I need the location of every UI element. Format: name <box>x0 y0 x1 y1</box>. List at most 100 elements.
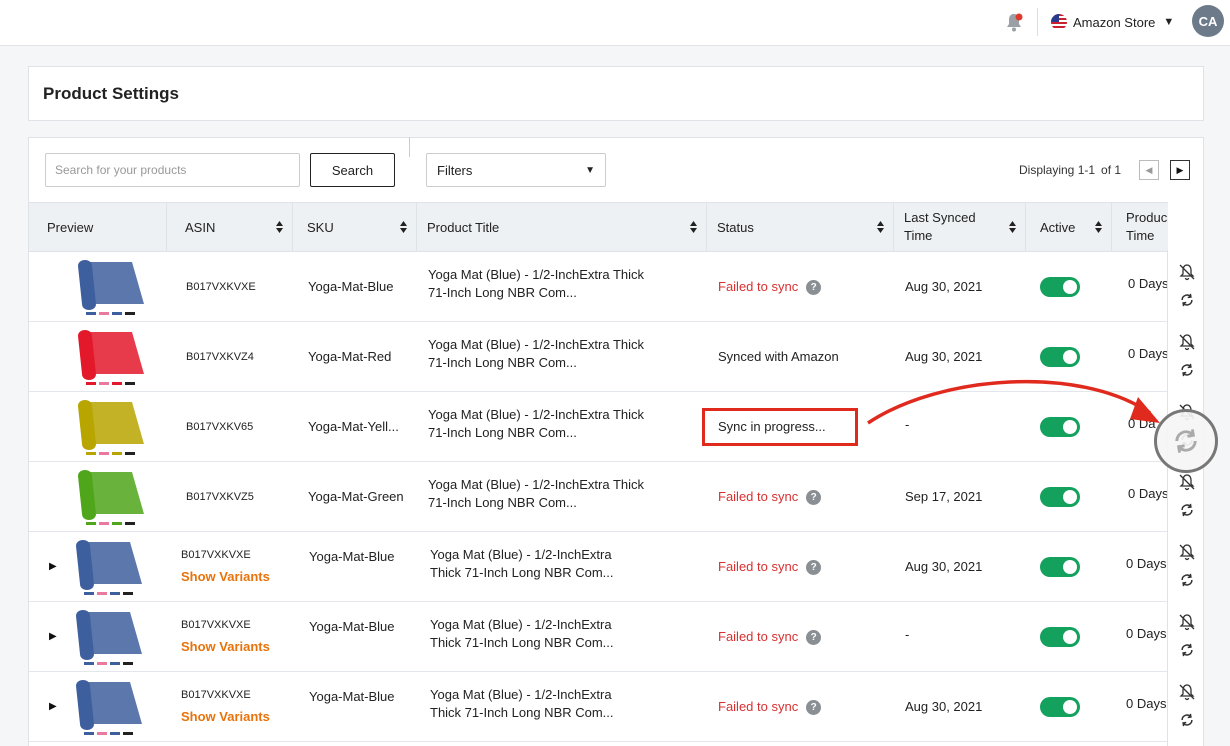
help-icon[interactable]: ? <box>806 560 822 575</box>
sync-status: Failed to sync? <box>718 489 822 505</box>
sku: Yoga-Mat-Blue <box>309 689 395 704</box>
product-title[interactable]: Yoga Mat (Blue) - 1/2-InchExtra Thick 71-… <box>428 266 644 302</box>
table-row: ▶ B017VXKVXE Show Variants Yoga-Mat-Blue … <box>29 602 1168 672</box>
status-highlight-box <box>702 408 858 446</box>
sku: Yoga-Mat-Green <box>308 489 404 504</box>
sync-icon[interactable] <box>1178 361 1196 379</box>
expand-row-icon[interactable]: ▶ <box>49 631 57 642</box>
sync-status: Failed to sync? <box>718 279 822 295</box>
displaying-range: Displaying 1-1 <box>1019 163 1096 177</box>
notification-bell-icon[interactable] <box>1003 11 1025 33</box>
column-status[interactable]: Status <box>707 203 894 251</box>
sync-icon[interactable] <box>1178 641 1196 659</box>
help-icon[interactable]: ? <box>806 630 822 645</box>
column-preview: Preview <box>29 203 167 251</box>
sort-icon <box>1009 221 1016 233</box>
topbar-divider <box>1037 8 1038 36</box>
prev-page-button[interactable]: ◀ <box>1139 160 1159 180</box>
active-toggle[interactable] <box>1040 277 1080 297</box>
last-synced-time: Aug 30, 2021 <box>905 699 983 714</box>
sync-icon[interactable] <box>1178 571 1196 589</box>
asin: B017VXKVXE <box>181 549 251 561</box>
next-page-button[interactable]: ▶ <box>1170 160 1190 180</box>
product-title[interactable]: Yoga Mat (Blue) - 1/2-InchExtra Thick 71-… <box>430 686 614 722</box>
bell-off-icon[interactable] <box>1178 333 1196 351</box>
sync-icon <box>1175 429 1197 453</box>
user-avatar[interactable]: CA <box>1192 5 1224 37</box>
product-title[interactable]: Yoga Mat (Blue) - 1/2-InchExtra Thick 71-… <box>430 616 614 652</box>
sku: Yoga-Mat-Yell... <box>308 419 399 434</box>
product-title[interactable]: Yoga Mat (Blue) - 1/2-InchExtra Thick 71-… <box>430 546 614 582</box>
pagination-info: Displaying 1-1 of 1 <box>1019 163 1121 177</box>
bell-off-icon[interactable] <box>1178 543 1196 561</box>
column-sku[interactable]: SKU <box>293 203 417 251</box>
product-thumbnail <box>78 470 144 525</box>
show-variants-link[interactable]: Show Variants <box>181 569 270 584</box>
sort-icon <box>1095 221 1102 233</box>
active-toggle[interactable] <box>1040 487 1080 507</box>
sync-icon[interactable] <box>1178 711 1196 729</box>
product-title[interactable]: Yoga Mat (Blue) - 1/2-InchExtra Thick 71-… <box>428 406 644 442</box>
column-product-time[interactable]: Produc Time <box>1112 203 1168 251</box>
help-icon[interactable]: ? <box>806 280 822 295</box>
column-product-title[interactable]: Product Title <box>417 203 707 251</box>
product-thumbnail <box>76 540 142 595</box>
sync-status: Failed to sync? <box>718 559 822 575</box>
column-last-synced[interactable]: Last Synced Time <box>894 203 1026 251</box>
bell-off-icon[interactable] <box>1178 613 1196 631</box>
table-row: B017VXKVXE Yoga-Mat-Blue Yoga Mat (Blue) … <box>29 252 1168 322</box>
product-thumbnail <box>78 330 144 385</box>
us-flag-icon <box>1051 14 1067 30</box>
page-title: Product Settings <box>43 84 180 103</box>
bell-off-icon[interactable] <box>1178 683 1196 701</box>
bell-off-icon[interactable] <box>1178 263 1196 281</box>
active-toggle[interactable] <box>1040 347 1080 367</box>
product-thumbnail <box>76 610 142 665</box>
sync-icon[interactable] <box>1178 501 1196 519</box>
sort-icon <box>877 221 884 233</box>
product-title[interactable]: Yoga Mat (Blue) - 1/2-InchExtra Thick 71-… <box>428 336 644 372</box>
product-time: 0 Days <box>1128 276 1169 291</box>
filters-dropdown[interactable]: Filters ▼ <box>426 153 606 187</box>
asin: B017VXKV65 <box>186 421 254 433</box>
row-actions-column <box>1167 250 1203 746</box>
asin: B017VXKVXE <box>181 689 251 701</box>
asin: B017VXKVXE <box>181 619 251 631</box>
bell-off-icon[interactable] <box>1178 473 1196 491</box>
last-synced-time: Aug 30, 2021 <box>905 349 983 364</box>
active-toggle[interactable] <box>1040 627 1080 647</box>
column-active[interactable]: Active <box>1026 203 1112 251</box>
expand-row-icon[interactable]: ▶ <box>49 701 57 712</box>
page-total: of 1 <box>1101 163 1122 177</box>
active-toggle[interactable] <box>1040 697 1080 717</box>
help-icon[interactable]: ? <box>806 490 822 505</box>
show-variants-link[interactable]: Show Variants <box>181 709 270 724</box>
search-button[interactable]: Search <box>310 153 395 187</box>
page-header-card: Product Settings <box>28 66 1204 121</box>
product-thumbnail <box>78 260 144 315</box>
panel-divider <box>409 137 410 157</box>
last-synced-time: - <box>905 627 910 642</box>
expand-row-icon[interactable]: ▶ <box>49 561 57 572</box>
sku: Yoga-Mat-Blue <box>309 549 395 564</box>
last-synced-time: Aug 30, 2021 <box>905 559 983 574</box>
asin: B017VXKVZ5 <box>186 491 254 503</box>
sort-icon <box>690 221 697 233</box>
sync-status: Synced with Amazon <box>718 349 839 364</box>
help-icon[interactable]: ? <box>806 700 822 715</box>
sync-icon[interactable] <box>1178 291 1196 309</box>
asin: B017VXKVXE <box>186 281 256 293</box>
annotation-arrow-icon <box>867 379 1160 425</box>
top-bar: Amazon Store ▼ CA <box>0 0 1230 46</box>
active-toggle[interactable] <box>1040 557 1080 577</box>
column-asin[interactable]: ASIN <box>167 203 293 251</box>
show-variants-link[interactable]: Show Variants <box>181 639 270 654</box>
last-synced-time: Aug 30, 2021 <box>905 279 983 294</box>
store-selector[interactable]: Amazon Store ▼ <box>1051 12 1174 32</box>
asin: B017VXKVZ4 <box>186 351 254 363</box>
product-title[interactable]: Yoga Mat (Blue) - 1/2-InchExtra Thick 71-… <box>428 476 644 512</box>
sync-status: Failed to sync? <box>718 699 822 715</box>
search-input[interactable] <box>45 153 300 187</box>
table-row: B017VXKVZ5 Yoga-Mat-Green Yoga Mat (Blue)… <box>29 462 1168 532</box>
sort-icon <box>276 221 283 233</box>
